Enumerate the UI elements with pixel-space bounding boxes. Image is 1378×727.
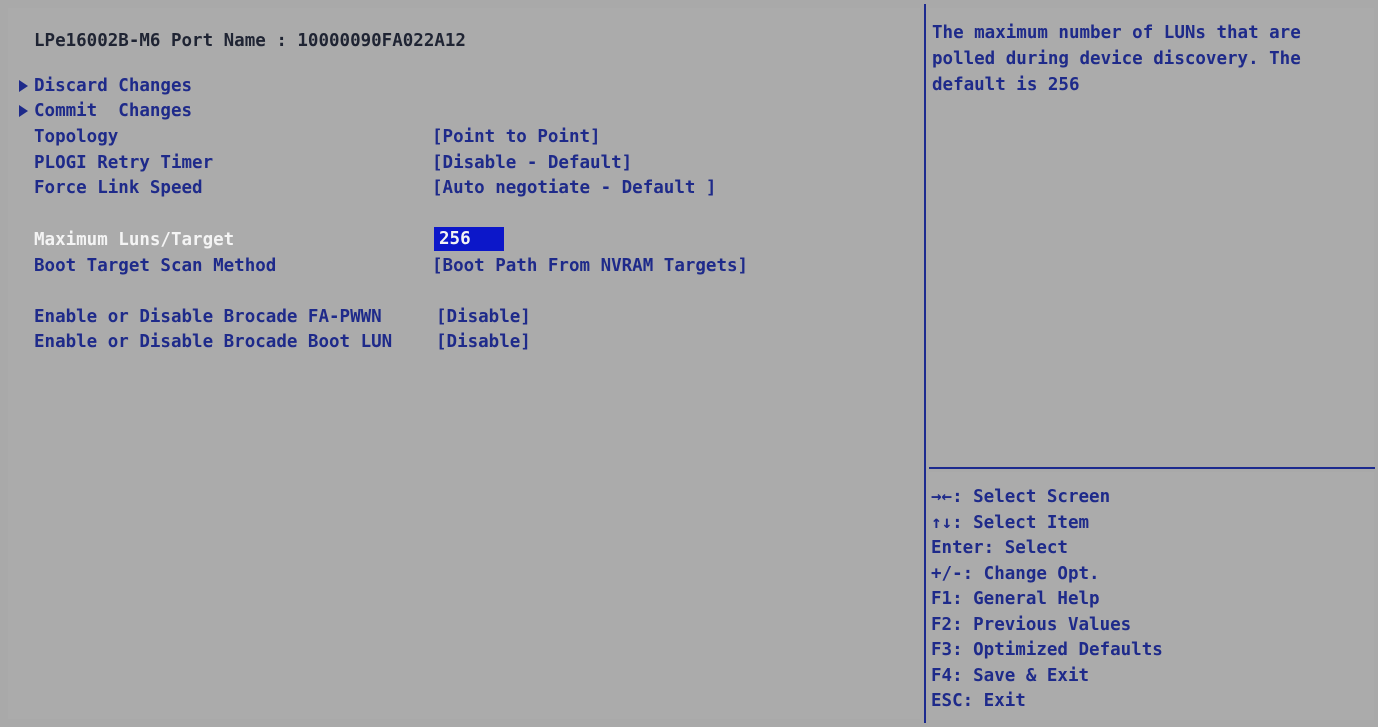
setting-label: Topology — [34, 127, 119, 147]
submenu-arrow-icon — [19, 105, 28, 117]
horizontal-divider — [929, 467, 1375, 469]
setting-label: Force Link Speed — [34, 178, 203, 198]
setting-force-link-speed[interactable]: Force Link Speed [Auto negotiate - Defau… — [8, 175, 908, 201]
key-hint-change-opt: +/-: Change Opt. — [931, 564, 1100, 584]
settings-panel: LPe16002B-M6 Port Name : 10000090FA022A1… — [8, 8, 920, 719]
setting-label: PLOGI Retry Timer — [34, 153, 214, 173]
key-hint-previous-values: F2: Previous Values — [931, 615, 1132, 635]
key-hint-save-exit: F4: Save & Exit — [931, 666, 1090, 686]
setting-brocade-boot-lun[interactable]: Enable or Disable Brocade Boot LUN [Disa… — [8, 329, 908, 355]
help-text: The maximum number of LUNs that are poll… — [932, 23, 1301, 95]
menu-item-label: Discard Changes — [34, 76, 193, 96]
setting-label: Boot Target Scan Method — [34, 256, 277, 276]
setting-plogi-retry-timer[interactable]: PLOGI Retry Timer [Disable - Default] — [8, 150, 908, 176]
setting-brocade-fa-pwwn[interactable]: Enable or Disable Brocade FA-PWWN [Disab… — [8, 304, 908, 330]
setting-value[interactable]: [Disable] — [436, 329, 531, 355]
vertical-divider — [924, 4, 926, 723]
setting-value[interactable]: [Boot Path From NVRAM Targets] — [432, 253, 748, 279]
setting-maximum-luns-target[interactable]: Maximum Luns/Target 256 — [8, 227, 908, 253]
key-hint-select-screen: →←: Select Screen — [931, 487, 1111, 507]
setting-value[interactable]: [Disable - Default] — [432, 150, 632, 176]
setting-boot-target-scan-method[interactable]: Boot Target Scan Method [Boot Path From … — [8, 253, 908, 279]
page-title: LPe16002B-M6 Port Name : 10000090FA022A1… — [34, 31, 466, 51]
setting-topology[interactable]: Topology [Point to Point] — [8, 124, 908, 150]
setting-label: Maximum Luns/Target — [34, 230, 235, 250]
key-hint-select-item: ↑↓: Select Item — [931, 513, 1090, 533]
key-hint-esc-exit: ESC: Exit — [931, 691, 1026, 711]
key-legend-panel: →←: Select Screen ↑↓: Select Item Enter:… — [929, 472, 1374, 720]
setting-value[interactable]: [Point to Point] — [432, 124, 601, 150]
submenu-arrow-icon — [19, 80, 28, 92]
menu-item-discard-changes[interactable]: Discard Changes — [8, 73, 908, 99]
setting-label: Enable or Disable Brocade FA-PWWN — [34, 307, 382, 327]
key-hint-enter-select: Enter: Select — [931, 538, 1068, 558]
key-hint-general-help: F1: General Help — [931, 589, 1100, 609]
menu-item-commit-changes[interactable]: Commit Changes — [8, 98, 908, 124]
menu-item-label: Commit Changes — [34, 101, 193, 121]
bios-setup-screen: LPe16002B-M6 Port Name : 10000090FA022A1… — [0, 0, 1378, 727]
setting-value[interactable]: [Auto negotiate - Default ] — [432, 175, 716, 201]
key-hint-optimized-defaults: F3: Optimized Defaults — [931, 640, 1163, 660]
setting-value[interactable]: [Disable] — [436, 304, 531, 330]
help-panel: The maximum number of LUNs that are poll… — [929, 8, 1374, 466]
selected-value-field[interactable]: 256 — [434, 227, 504, 251]
setting-label: Enable or Disable Brocade Boot LUN — [34, 332, 393, 352]
